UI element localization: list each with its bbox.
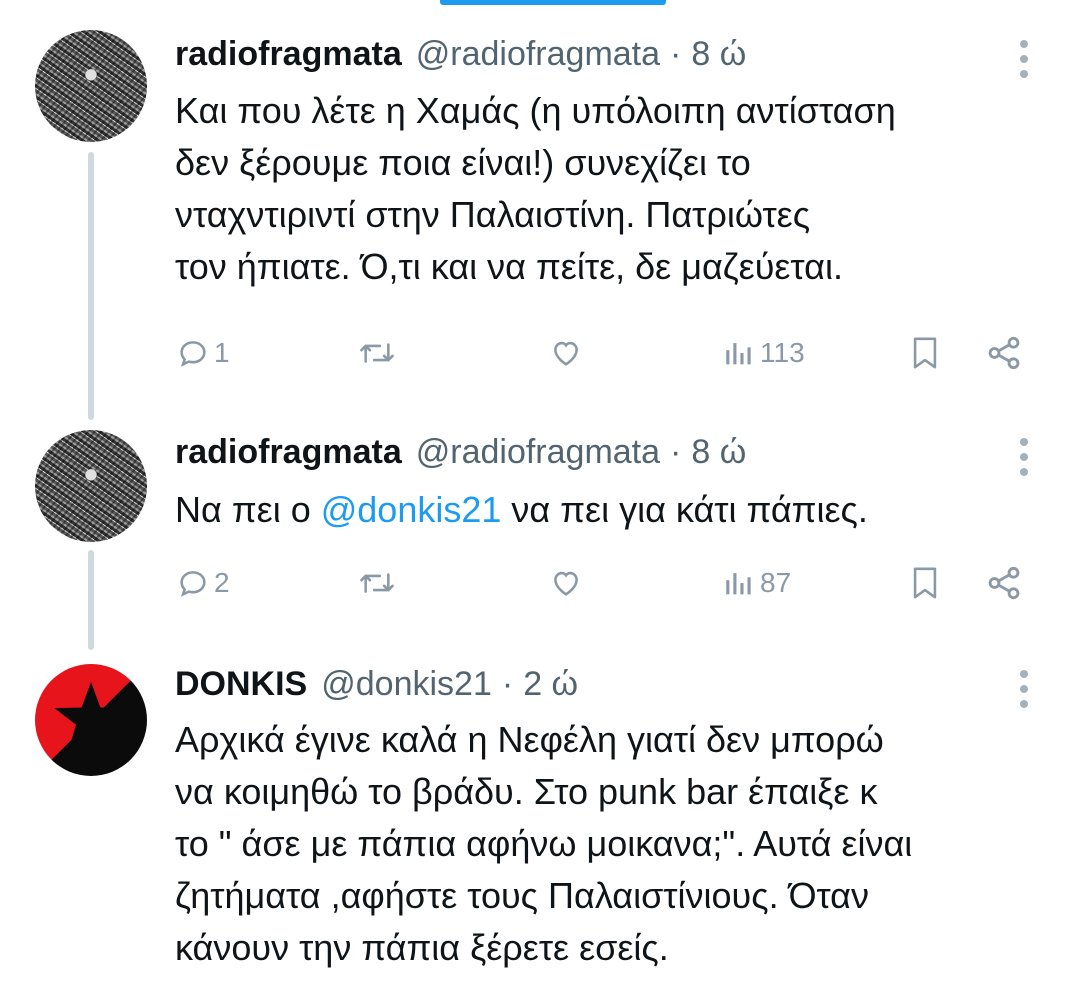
bookmark-icon <box>908 334 942 372</box>
view-count: 87 <box>760 567 792 598</box>
tweet-actions: 1 113 <box>0 330 1080 376</box>
mention-link[interactable]: @donkis21 <box>321 489 502 530</box>
bookmark-icon <box>908 564 942 602</box>
separator: · <box>501 664 514 703</box>
tweet-text: Να πει ο @donkis21 να πει για κάτι πάπιε… <box>175 484 1055 536</box>
share-icon <box>985 564 1023 602</box>
views-icon <box>722 336 756 370</box>
separator: · <box>670 34 682 73</box>
tweet-text: Και που λέτε η Χαμάς (η υπόλοιπη αντίστα… <box>175 90 896 287</box>
display-name[interactable]: radiofragmata <box>175 35 402 74</box>
display-name[interactable]: radiofragmata <box>175 433 402 472</box>
avatar[interactable] <box>35 430 147 542</box>
views-button[interactable]: 87 <box>722 560 791 606</box>
tweet-text-part: να πει για κάτι πάπιες. <box>501 489 868 530</box>
heart-icon <box>548 566 584 600</box>
views-button[interactable]: 113 <box>722 330 805 376</box>
user-handle[interactable]: @radiofragmata <box>416 35 660 74</box>
retweet-button[interactable] <box>357 330 397 376</box>
more-icon[interactable] <box>1017 40 1031 78</box>
reply-icon <box>176 566 210 600</box>
more-icon[interactable] <box>1017 438 1031 476</box>
timestamp[interactable]: 8 ώ <box>691 35 746 74</box>
avatar[interactable] <box>35 664 147 776</box>
heart-icon <box>548 336 584 370</box>
reply-button[interactable]: 2 <box>176 560 230 606</box>
timestamp[interactable]: 8 ώ <box>691 433 746 472</box>
reply-count: 2 <box>214 567 230 598</box>
like-button[interactable] <box>548 330 584 376</box>
tweet-header: radiofragmata @radiofragmata · 8 ώ <box>175 30 746 78</box>
thread-connector <box>88 152 94 420</box>
scroll-indicator <box>440 0 666 5</box>
reply-icon <box>176 336 210 370</box>
retweet-button[interactable] <box>357 560 397 606</box>
tweet-text: Αρχικά έγινε καλά η Νεφέλη γιατί δεν μπο… <box>175 719 913 968</box>
more-icon[interactable] <box>1017 670 1031 708</box>
user-handle[interactable]: @donkis21 <box>321 665 492 704</box>
share-button[interactable] <box>985 560 1023 606</box>
display-name[interactable]: DONKIS <box>175 665 307 704</box>
tweet-header: radiofragmata @radiofragmata · 8 ώ <box>175 428 746 476</box>
timestamp[interactable]: 2 ώ <box>523 665 578 704</box>
views-icon <box>722 566 756 600</box>
share-button[interactable] <box>985 330 1023 376</box>
star-icon <box>54 682 128 751</box>
like-button[interactable] <box>548 560 584 606</box>
reply-button[interactable]: 1 <box>176 330 230 376</box>
user-handle[interactable]: @radiofragmata <box>416 433 660 472</box>
tweet-header: DONKIS @donkis21 · 2 ώ <box>175 660 578 708</box>
bookmark-button[interactable] <box>908 330 942 376</box>
bookmark-button[interactable] <box>908 560 942 606</box>
avatar[interactable] <box>35 30 147 142</box>
retweet-icon <box>357 336 397 370</box>
share-icon <box>985 334 1023 372</box>
reply-count: 1 <box>214 337 230 368</box>
retweet-icon <box>357 566 397 600</box>
tweet-actions: 2 87 <box>0 560 1080 606</box>
view-count: 113 <box>760 337 805 368</box>
separator: · <box>670 432 682 471</box>
tweet-text-part: Να πει ο <box>175 489 321 530</box>
